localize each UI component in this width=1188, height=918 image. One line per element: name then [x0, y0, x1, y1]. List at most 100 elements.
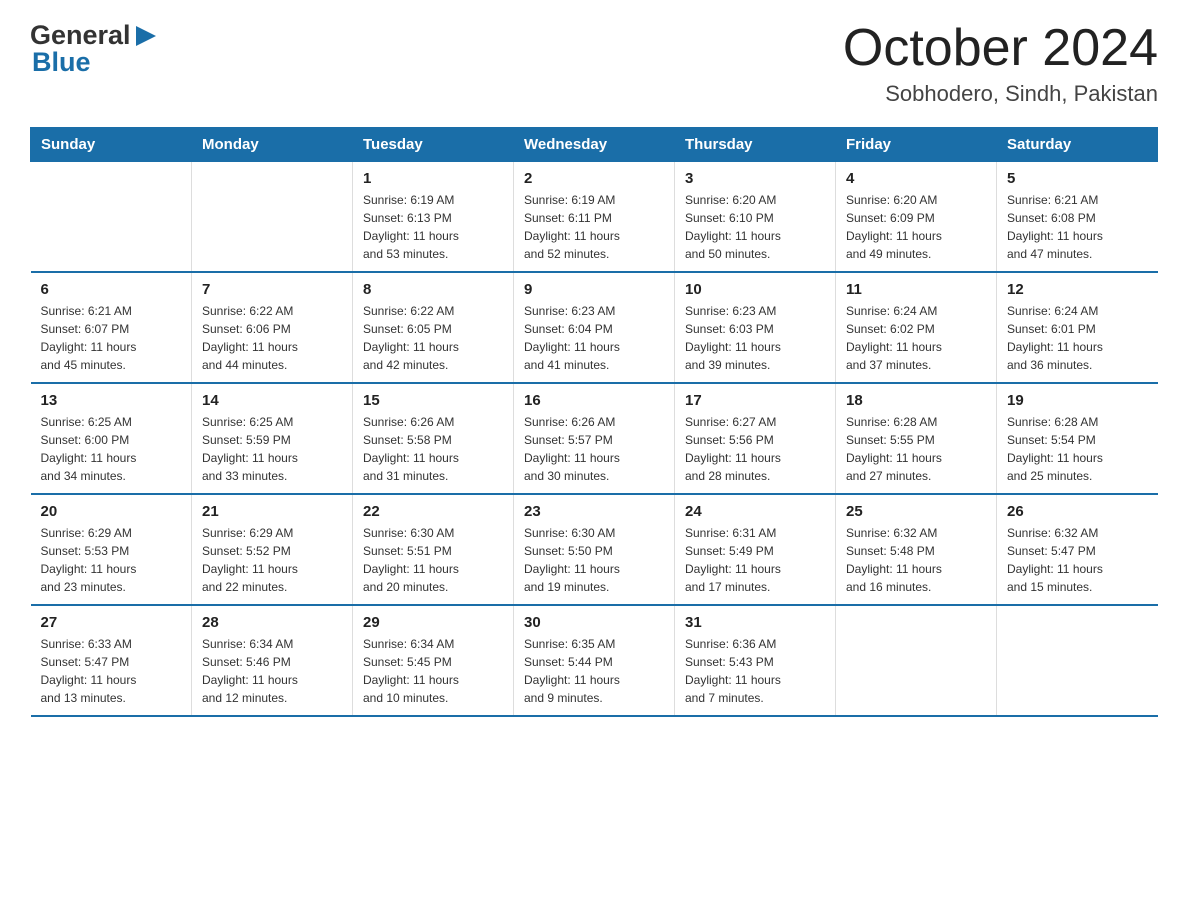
calendar-cell: 19Sunrise: 6:28 AM Sunset: 5:54 PM Dayli… — [997, 383, 1158, 494]
calendar-subtitle: Sobhodero, Sindh, Pakistan — [843, 81, 1158, 107]
title-block: October 2024 Sobhodero, Sindh, Pakistan — [843, 20, 1158, 107]
header-cell-wednesday: Wednesday — [514, 128, 675, 162]
day-number: 23 — [524, 503, 664, 520]
day-number: 11 — [846, 281, 986, 298]
day-number: 30 — [524, 614, 664, 631]
header-cell-saturday: Saturday — [997, 128, 1158, 162]
day-number: 31 — [685, 614, 825, 631]
calendar-cell — [31, 162, 192, 273]
calendar-header-row: SundayMondayTuesdayWednesdayThursdayFrid… — [31, 128, 1158, 162]
calendar-cell: 28 Sunrise: 6:34 AM Sunset: 5:46 PM Dayli… — [192, 605, 353, 716]
day-info: Sunrise: 6:33 AM Sunset: 5:47 PM Dayligh… — [41, 635, 182, 707]
day-number: 14 — [202, 392, 342, 409]
day-number: 22 — [363, 503, 503, 520]
day-info: Sunrise: 6:21 AM Sunset: 6:08 PM Dayligh… — [1007, 191, 1148, 263]
day-info: Sunrise: 6:35 AM Sunset: 5:44 PM Dayligh… — [524, 635, 664, 707]
calendar-cell: 8 Sunrise: 6:22 AM Sunset: 6:05 PM Daylig… — [353, 272, 514, 383]
day-number: 12 — [1007, 281, 1148, 298]
day-info: Sunrise: 6:25 AM Sunset: 5:59 PM Dayligh… — [202, 413, 342, 485]
calendar-week-row: 20Sunrise: 6:29 AM Sunset: 5:53 PM Dayli… — [31, 494, 1158, 605]
day-info: Sunrise: 6:26 AM Sunset: 5:58 PM Dayligh… — [363, 413, 503, 485]
day-info: Sunrise: 6:22 AM Sunset: 6:06 PM Dayligh… — [202, 302, 342, 374]
calendar-cell — [836, 605, 997, 716]
logo-blue-text: Blue — [32, 47, 91, 78]
day-info: Sunrise: 6:19 AM Sunset: 6:11 PM Dayligh… — [524, 191, 664, 263]
day-number: 27 — [41, 614, 182, 631]
day-number: 17 — [685, 392, 825, 409]
day-number: 13 — [41, 392, 182, 409]
calendar-cell: 12 Sunrise: 6:24 AM Sunset: 6:01 PM Dayli… — [997, 272, 1158, 383]
calendar-cell: 20Sunrise: 6:29 AM Sunset: 5:53 PM Dayli… — [31, 494, 192, 605]
calendar-cell: 29 Sunrise: 6:34 AM Sunset: 5:45 PM Dayli… — [353, 605, 514, 716]
calendar-week-row: 13 Sunrise: 6:25 AM Sunset: 6:00 PM Dayli… — [31, 383, 1158, 494]
day-number: 1 — [363, 170, 503, 187]
day-number: 26 — [1007, 503, 1148, 520]
calendar-week-row: 1Sunrise: 6:19 AM Sunset: 6:13 PM Daylig… — [31, 162, 1158, 273]
calendar-cell: 22 Sunrise: 6:30 AM Sunset: 5:51 PM Dayli… — [353, 494, 514, 605]
day-info: Sunrise: 6:30 AM Sunset: 5:50 PM Dayligh… — [524, 524, 664, 596]
calendar-cell: 11 Sunrise: 6:24 AM Sunset: 6:02 PM Dayli… — [836, 272, 997, 383]
calendar-cell: 31 Sunrise: 6:36 AM Sunset: 5:43 PM Dayli… — [675, 605, 836, 716]
day-info: Sunrise: 6:22 AM Sunset: 6:05 PM Dayligh… — [363, 302, 503, 374]
header-cell-thursday: Thursday — [675, 128, 836, 162]
day-number: 18 — [846, 392, 986, 409]
day-info: Sunrise: 6:29 AM Sunset: 5:52 PM Dayligh… — [202, 524, 342, 596]
day-number: 24 — [685, 503, 825, 520]
calendar-week-row: 27 Sunrise: 6:33 AM Sunset: 5:47 PM Dayli… — [31, 605, 1158, 716]
day-info: Sunrise: 6:27 AM Sunset: 5:56 PM Dayligh… — [685, 413, 825, 485]
day-number: 28 — [202, 614, 342, 631]
calendar-cell: 23 Sunrise: 6:30 AM Sunset: 5:50 PM Dayli… — [514, 494, 675, 605]
calendar-title: October 2024 — [843, 20, 1158, 77]
day-info: Sunrise: 6:25 AM Sunset: 6:00 PM Dayligh… — [41, 413, 182, 485]
day-number: 16 — [524, 392, 664, 409]
calendar-cell: 30 Sunrise: 6:35 AM Sunset: 5:44 PM Dayli… — [514, 605, 675, 716]
calendar-cell: 21 Sunrise: 6:29 AM Sunset: 5:52 PM Dayli… — [192, 494, 353, 605]
day-info: Sunrise: 6:24 AM Sunset: 6:01 PM Dayligh… — [1007, 302, 1148, 374]
day-info: Sunrise: 6:31 AM Sunset: 5:49 PM Dayligh… — [685, 524, 825, 596]
logo: General Blue — [30, 20, 160, 78]
day-info: Sunrise: 6:24 AM Sunset: 6:02 PM Dayligh… — [846, 302, 986, 374]
day-info: Sunrise: 6:28 AM Sunset: 5:55 PM Dayligh… — [846, 413, 986, 485]
day-info: Sunrise: 6:23 AM Sunset: 6:03 PM Dayligh… — [685, 302, 825, 374]
calendar-cell: 24 Sunrise: 6:31 AM Sunset: 5:49 PM Dayli… — [675, 494, 836, 605]
day-number: 29 — [363, 614, 503, 631]
day-info: Sunrise: 6:36 AM Sunset: 5:43 PM Dayligh… — [685, 635, 825, 707]
day-info: Sunrise: 6:23 AM Sunset: 6:04 PM Dayligh… — [524, 302, 664, 374]
day-number: 7 — [202, 281, 342, 298]
calendar-cell: 27 Sunrise: 6:33 AM Sunset: 5:47 PM Dayli… — [31, 605, 192, 716]
calendar-cell: 4Sunrise: 6:20 AM Sunset: 6:09 PM Daylig… — [836, 162, 997, 273]
header-cell-monday: Monday — [192, 128, 353, 162]
day-info: Sunrise: 6:34 AM Sunset: 5:45 PM Dayligh… — [363, 635, 503, 707]
day-number: 9 — [524, 281, 664, 298]
header-cell-tuesday: Tuesday — [353, 128, 514, 162]
calendar-cell: 15Sunrise: 6:26 AM Sunset: 5:58 PM Dayli… — [353, 383, 514, 494]
calendar-cell: 6Sunrise: 6:21 AM Sunset: 6:07 PM Daylig… — [31, 272, 192, 383]
calendar-cell: 2 Sunrise: 6:19 AM Sunset: 6:11 PM Daylig… — [514, 162, 675, 273]
calendar-cell — [192, 162, 353, 273]
day-number: 21 — [202, 503, 342, 520]
day-number: 2 — [524, 170, 664, 187]
calendar-cell: 16Sunrise: 6:26 AM Sunset: 5:57 PM Dayli… — [514, 383, 675, 494]
day-number: 25 — [846, 503, 986, 520]
day-number: 6 — [41, 281, 182, 298]
day-number: 4 — [846, 170, 986, 187]
header-cell-sunday: Sunday — [31, 128, 192, 162]
calendar-cell: 26Sunrise: 6:32 AM Sunset: 5:47 PM Dayli… — [997, 494, 1158, 605]
calendar-table: SundayMondayTuesdayWednesdayThursdayFrid… — [30, 127, 1158, 717]
calendar-cell: 17 Sunrise: 6:27 AM Sunset: 5:56 PM Dayli… — [675, 383, 836, 494]
calendar-cell: 25 Sunrise: 6:32 AM Sunset: 5:48 PM Dayli… — [836, 494, 997, 605]
calendar-week-row: 6Sunrise: 6:21 AM Sunset: 6:07 PM Daylig… — [31, 272, 1158, 383]
day-number: 8 — [363, 281, 503, 298]
day-number: 10 — [685, 281, 825, 298]
day-info: Sunrise: 6:32 AM Sunset: 5:48 PM Dayligh… — [846, 524, 986, 596]
header: General Blue October 2024 Sobhodero, Sin… — [30, 20, 1158, 107]
day-info: Sunrise: 6:30 AM Sunset: 5:51 PM Dayligh… — [363, 524, 503, 596]
day-info: Sunrise: 6:20 AM Sunset: 6:10 PM Dayligh… — [685, 191, 825, 263]
calendar-cell — [997, 605, 1158, 716]
day-info: Sunrise: 6:34 AM Sunset: 5:46 PM Dayligh… — [202, 635, 342, 707]
logo-arrow-icon — [132, 22, 160, 50]
calendar-cell: 18 Sunrise: 6:28 AM Sunset: 5:55 PM Dayli… — [836, 383, 997, 494]
day-number: 5 — [1007, 170, 1148, 187]
calendar-cell: 13 Sunrise: 6:25 AM Sunset: 6:00 PM Dayli… — [31, 383, 192, 494]
day-info: Sunrise: 6:28 AM Sunset: 5:54 PM Dayligh… — [1007, 413, 1148, 485]
